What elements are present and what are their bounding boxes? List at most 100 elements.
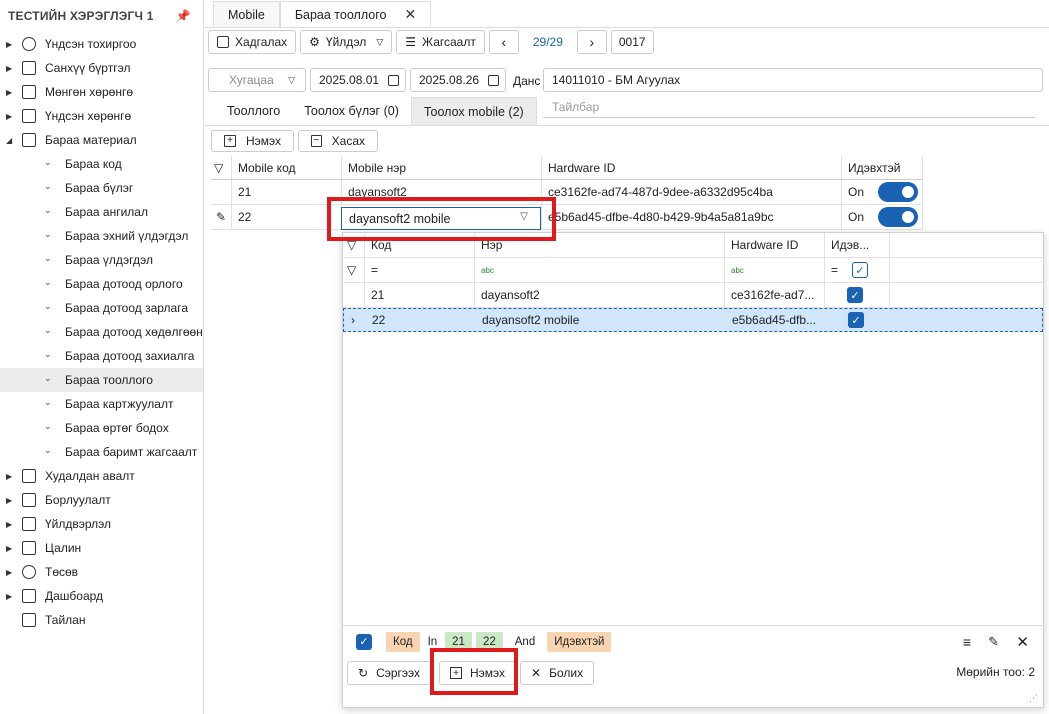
col-active-label: Идэв... xyxy=(831,238,870,252)
filter-active-checkbox[interactable]: ✓ xyxy=(852,262,869,278)
active-checkbox[interactable]: ✓ xyxy=(848,312,864,328)
remove-row-button[interactable]: − Хасах xyxy=(298,130,378,152)
sidebar-subitem[interactable]: ⌄ Бараа дотоод хөдөлгөөн xyxy=(0,320,203,344)
align-icon[interactable]: ≡ xyxy=(963,634,971,650)
cancel-label: Болих xyxy=(549,666,584,680)
cancel-button[interactable]: ✕ Болих xyxy=(520,661,595,685)
sidebar-subitem[interactable]: ⌄ Бараа ангилал xyxy=(0,200,203,224)
tab-inventory-count[interactable]: Бараа тооллого ✕ xyxy=(279,1,432,27)
sidebar-item[interactable]: ▶ Худалдан авалт xyxy=(0,464,203,488)
filter-icon[interactable]: ▽ xyxy=(211,156,232,179)
calendar-icon[interactable] xyxy=(388,74,399,86)
col-hardware-id[interactable]: Hardware ID xyxy=(725,233,825,257)
sidebar-subitem[interactable]: ⌄ Бараа эхний үлдэгдэл xyxy=(0,224,203,248)
sidebar-item[interactable]: ▶ Санхүү бүртгэл xyxy=(0,56,203,80)
sidebar-item[interactable]: ▶ Цалин xyxy=(0,536,203,560)
edit-filter-icon[interactable]: ✎ xyxy=(988,634,999,650)
tab-count-mobile[interactable]: Тоолох mobile (2) xyxy=(410,97,537,125)
sidebar-subitem[interactable]: ⌄ Бараа дотоод орлого xyxy=(0,272,203,296)
sidebar-subitem[interactable]: ⌄ Бараа картжуулалт xyxy=(0,392,203,416)
prev-button[interactable]: ‹ xyxy=(488,30,519,54)
account-value: 14011010 - БМ Агуулах xyxy=(552,73,681,87)
sidebar-item[interactable]: ▶ Үндсэн хөрөнгө xyxy=(0,104,203,128)
table-row[interactable]: ✎ 22 e5b6ad45-dfbe-4d80-b429-9b4a5a81a9b… xyxy=(211,205,923,230)
cell-hardware-id[interactable]: e5b6ad45-dfbe-4d80-b429-9b4a5a81a9bc xyxy=(542,205,842,229)
save-button[interactable]: Хадгалах xyxy=(208,30,297,54)
filter-code-op[interactable]: = xyxy=(365,258,475,282)
sidebar-subitem[interactable]: ⌄ Бараа бүлэг xyxy=(0,176,203,200)
sidebar-subitem[interactable]: ⌄ Бараа код xyxy=(0,152,203,176)
list-button[interactable]: ☰ Жагсаалт xyxy=(396,30,485,54)
sidebar-item[interactable]: ▶ Дашбоард xyxy=(0,584,203,608)
tab-count-group[interactable]: Тоолох бүлэг (0) xyxy=(292,97,411,125)
sidebar-subitem[interactable]: ⌄ Бараа дотоод зарлага xyxy=(0,296,203,320)
col-mobile-name[interactable]: Mobile нэр xyxy=(342,156,542,179)
sidebar-item[interactable]: ◢ Бараа материал xyxy=(0,128,203,152)
expanded-arrow-icon[interactable]: ◢ xyxy=(6,136,12,145)
next-button[interactable]: › xyxy=(576,30,607,54)
cell-code[interactable]: 22 xyxy=(232,205,342,229)
action-button[interactable]: ⚙ Үйлдэл ▽ xyxy=(300,30,393,54)
sidebar-item[interactable]: ▶ Үйлдвэрлэл xyxy=(0,512,203,536)
expand-arrow-icon[interactable]: ▶ xyxy=(6,112,12,121)
col-hardware-id[interactable]: Hardware ID xyxy=(542,156,842,179)
expand-arrow-icon[interactable]: ▶ xyxy=(6,592,12,601)
list-item[interactable]: 21 dayansoft2 ce3162fe-ad7... ✓ xyxy=(343,283,1043,308)
factory-icon xyxy=(22,517,36,531)
expand-arrow-icon[interactable]: ▶ xyxy=(6,40,12,49)
expand-arrow-icon[interactable]: ▶ xyxy=(6,496,12,505)
col-mobile-code[interactable]: Mobile код xyxy=(232,156,342,179)
date-from-input[interactable]: 2025.08.01 xyxy=(310,68,406,92)
save-icon xyxy=(217,36,229,48)
sidebar-item[interactable]: ▶ Төсөв xyxy=(0,560,203,584)
expand-arrow-icon[interactable]: ▶ xyxy=(6,472,12,481)
clear-filter-icon[interactable]: ✕ xyxy=(1016,633,1029,651)
expand-arrow-icon[interactable]: ▶ xyxy=(6,544,12,553)
sidebar-subitem-label: Бараа ангилал xyxy=(65,205,148,219)
period-select[interactable]: Хугацаа ▽ xyxy=(208,68,306,92)
calendar-icon[interactable] xyxy=(488,74,499,86)
sidebar-item[interactable]: ▶ Мөнгөн хөрөнгө xyxy=(0,80,203,104)
filter-hw-op[interactable]: abc xyxy=(725,258,825,282)
pin-icon[interactable]: 📌 xyxy=(176,9,191,23)
sidebar-item[interactable]: Тайлан xyxy=(0,608,203,632)
box-icon xyxy=(22,109,36,123)
expand-arrow-icon[interactable]: ▶ xyxy=(6,568,12,577)
filter-chip-field[interactable]: Код xyxy=(386,631,420,652)
sidebar-item-label: Цалин xyxy=(45,541,82,555)
active-checkbox[interactable]: ✓ xyxy=(847,287,863,303)
sidebar-subitem[interactable]: ⌄ Бараа өртөг бодох xyxy=(0,416,203,440)
filter-enabled-checkbox[interactable]: ✓ xyxy=(356,633,372,650)
active-toggle[interactable] xyxy=(878,182,919,202)
refresh-button[interactable]: ↻ Сэргээх xyxy=(347,661,432,685)
close-icon[interactable]: ✕ xyxy=(404,6,416,23)
tab-mobile[interactable]: Mobile xyxy=(213,1,280,27)
active-toggle[interactable] xyxy=(878,207,919,227)
sidebar-subitem[interactable]: ⌄ Бараа тооллого xyxy=(0,368,203,392)
edit-icon: ✎ xyxy=(211,205,232,229)
col-active[interactable]: Идэв... xyxy=(825,233,890,257)
cell-hardware-id[interactable]: ce3162fe-ad74-487d-9dee-a6332d95c4ba xyxy=(542,180,842,204)
cell-code[interactable]: 21 xyxy=(232,180,342,204)
chevron-down-icon: ⌄ xyxy=(44,397,52,407)
expand-arrow-icon[interactable]: ▶ xyxy=(6,64,12,73)
sidebar-subitem[interactable]: ⌄ Бараа баримт жагсаалт xyxy=(0,440,203,464)
col-active[interactable]: Идэвхтэй xyxy=(842,156,923,179)
sidebar-subitem[interactable]: ⌄ Бараа үлдэгдэл xyxy=(0,248,203,272)
resize-grip-icon[interactable]: ⋰ xyxy=(1029,693,1038,704)
filter-active[interactable]: = ✓ xyxy=(825,258,890,282)
sidebar-item[interactable]: ▶ Үндсэн тохиргоо xyxy=(0,32,203,56)
expand-arrow-icon[interactable]: ▶ xyxy=(6,88,12,97)
table-row[interactable]: 21 dayansoft2 ce3162fe-ad74-487d-9dee-a6… xyxy=(211,180,923,205)
account-input[interactable]: 14011010 - БМ Агуулах xyxy=(543,68,1043,92)
list-item-selected[interactable]: › 22 dayansoft2 mobile e5b6ad45-dfb... ✓ xyxy=(343,308,1043,332)
filter-name-op[interactable]: abc xyxy=(475,258,725,282)
filter-chip-field[interactable]: Идэвхтэй xyxy=(547,631,612,652)
tab-count[interactable]: Тооллого xyxy=(215,97,292,125)
sidebar-subitem[interactable]: ⌄ Бараа дотоод захиалга xyxy=(0,344,203,368)
date-to-input[interactable]: 2025.08.26 xyxy=(410,68,506,92)
description-input[interactable]: Тайлбар xyxy=(543,96,1035,118)
add-row-button[interactable]: + Нэмэх xyxy=(211,130,294,152)
expand-arrow-icon[interactable]: ▶ xyxy=(6,520,12,529)
sidebar-item[interactable]: ▶ Борлуулалт xyxy=(0,488,203,512)
